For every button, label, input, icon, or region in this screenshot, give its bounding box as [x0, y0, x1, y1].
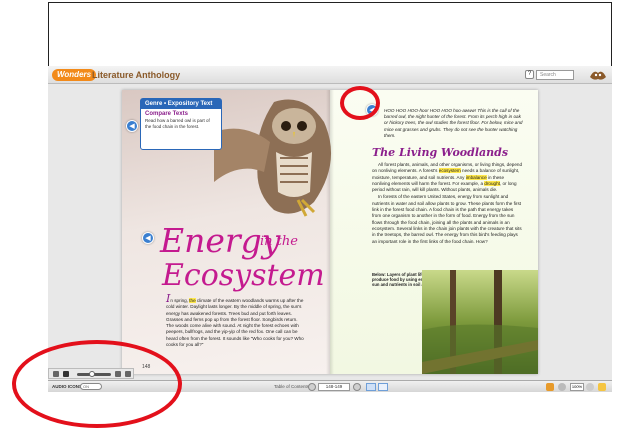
- owl-mascot-icon: [590, 71, 606, 80]
- audio-speaker-icon[interactable]: ◀: [142, 232, 154, 244]
- right-body-text: All forest plants, animals, and other or…: [372, 162, 522, 246]
- paragraph: In forests of the eastern United States,…: [372, 194, 522, 244]
- vocab-highlight[interactable]: drought: [484, 180, 500, 186]
- title-in-the: in the: [260, 234, 298, 249]
- annotation-circle: [12, 340, 182, 428]
- genre-label: Genre • Expository Text: [141, 99, 221, 109]
- section-title: The Living Woodlands: [372, 146, 509, 159]
- highlighter-icon[interactable]: [546, 383, 554, 391]
- help-button[interactable]: ?: [525, 70, 534, 79]
- compare-texts-title: Compare Texts: [145, 111, 188, 117]
- compare-texts-body: Read how a barred owl is part of the foo…: [145, 118, 210, 129]
- intro-text: HOO HOO HOO-hoo! HOO HOO hoo-awww! This …: [384, 108, 523, 138]
- audio-speaker-icon[interactable]: ◀: [126, 120, 138, 132]
- body-text: n spring,: [170, 298, 190, 303]
- app-title: Literature Anthology: [92, 70, 181, 80]
- reader-stage: Genre • Expository Text Compare Texts Re…: [48, 84, 612, 380]
- forest-photo: [422, 270, 538, 374]
- vocab-highlight[interactable]: imbalance: [465, 174, 487, 180]
- paragraph: All forest plants, animals, and other or…: [372, 162, 522, 193]
- page-number-field[interactable]: 148-149: [318, 383, 350, 391]
- zoom-in-icon[interactable]: [586, 383, 594, 391]
- single-page-view-button[interactable]: [378, 383, 388, 391]
- previous-page-button[interactable]: [308, 383, 316, 391]
- zoom-out-icon[interactable]: [558, 383, 566, 391]
- notes-icon[interactable]: [598, 383, 606, 391]
- table-of-contents-link[interactable]: Table of Contents: [274, 384, 309, 389]
- genre-card: Genre • Expository Text Compare Texts Re…: [140, 98, 222, 150]
- zoom-level-field[interactable]: 100%: [570, 383, 584, 391]
- barred-owl-illustration: [214, 99, 332, 217]
- next-page-button[interactable]: [353, 383, 361, 391]
- two-page-view-button[interactable]: [366, 383, 376, 391]
- title-ecosystem: Ecosystem: [162, 258, 325, 293]
- search-input[interactable]: Search: [536, 70, 574, 80]
- left-body-text: In spring, the climate of the eastern wo…: [166, 293, 306, 348]
- body-text: climate of the eastern woodlands warms u…: [166, 298, 304, 348]
- annotation-circle: [340, 86, 380, 120]
- book-spread: Genre • Expository Text Compare Texts Re…: [122, 90, 538, 374]
- app-logo: Wonders: [52, 69, 97, 81]
- app-header: Wonders Literature Anthology ? Search: [48, 66, 612, 84]
- photo-credit: [132, 305, 136, 345]
- vocab-highlight[interactable]: ecosystem: [438, 168, 461, 174]
